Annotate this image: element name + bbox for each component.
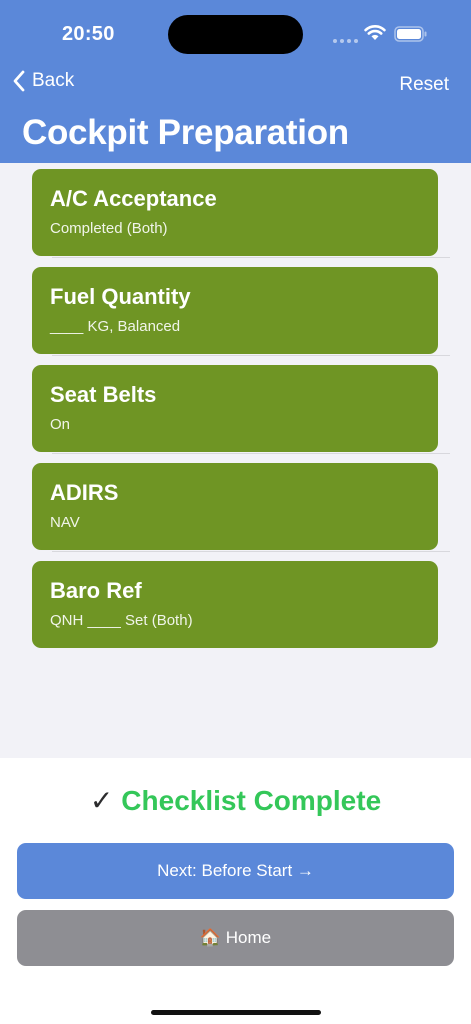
checklist-item-fuel-quantity[interactable]: Fuel Quantity ____ KG, Balanced — [32, 267, 438, 354]
row-divider — [52, 453, 450, 454]
item-title: Fuel Quantity — [50, 284, 191, 309]
item-value: ____ KG, Balanced — [50, 318, 181, 335]
chevron-left-icon — [13, 70, 25, 92]
back-button[interactable]: Back — [12, 70, 74, 92]
row-divider — [52, 551, 450, 552]
checklist-item-ac-acceptance[interactable]: A/C Acceptance Completed (Both) — [32, 169, 438, 256]
item-title: ADIRS — [50, 480, 119, 505]
checklist-item-seat-belts[interactable]: Seat Belts On — [32, 365, 438, 452]
wifi-icon — [364, 25, 386, 40]
item-value: QNH ____ Set (Both) — [50, 612, 193, 629]
battery-icon — [394, 26, 427, 42]
next-before-start-button[interactable]: Next: Before Start → — [17, 843, 454, 899]
navigation-header: 20:50 Back Reset Cockpit Preparation — [0, 0, 471, 163]
checklist-complete-status: ✓ Checklist Complete — [0, 784, 471, 817]
cellular-signal-icon — [333, 39, 358, 43]
home-button[interactable]: 🏠 Home — [17, 910, 454, 966]
dynamic-island — [168, 15, 303, 54]
row-divider — [52, 355, 450, 356]
reset-button[interactable]: Reset — [399, 74, 449, 96]
item-title: A/C Acceptance — [50, 186, 217, 211]
home-indicator — [151, 1010, 321, 1015]
item-value: On — [50, 416, 71, 433]
checklist-item-baro-ref[interactable]: Baro Ref QNH ____ Set (Both) — [32, 561, 438, 648]
page-title: Cockpit Preparation — [22, 113, 349, 152]
checklist-item-adirs[interactable]: ADIRS NAV — [32, 463, 438, 550]
item-title: Baro Ref — [50, 578, 142, 603]
item-value: NAV — [50, 514, 80, 531]
complete-label: Checklist Complete — [121, 785, 382, 816]
back-label: Back — [32, 70, 75, 91]
row-divider — [52, 257, 450, 258]
item-title: Seat Belts — [50, 382, 157, 407]
footer-panel: ✓ Checklist Complete Next: Before Start →… — [0, 758, 471, 1024]
item-value: Completed (Both) — [50, 220, 168, 237]
status-time: 20:50 — [62, 23, 115, 45]
checkmark-icon: ✓ — [89, 785, 114, 816]
